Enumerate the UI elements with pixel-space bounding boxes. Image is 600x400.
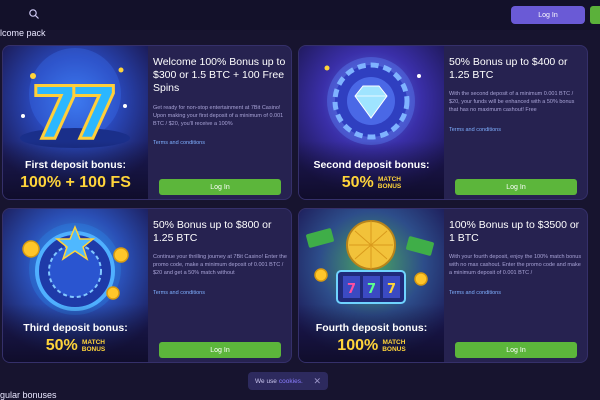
bonus-amount: 50% MATCH BONUS [3,337,148,355]
bonus-amount: 50% MATCH BONUS [299,174,444,192]
card-login-button[interactable]: Log In [159,179,281,195]
bonus-value: 50% [45,337,78,354]
card-art: 7 7 7 Fourth deposit bonus: 100% MATCH B… [299,209,444,362]
bonus-card-third-deposit: Third deposit bonus: 50% MATCH BONUS 50%… [2,208,292,363]
deposit-label: Second deposit bonus: [313,159,430,171]
card-art: 7 7 First deposit bonus: 100% + 100 FS [3,46,148,199]
deposit-label: Fourth deposit bonus: [315,322,428,334]
match-line-1: MATCH [382,339,406,346]
offer-description: With the second deposit of a minimum 0.0… [449,91,575,113]
match-line-1: MATCH [82,339,105,346]
bonus-value: 100% + 100 FS [20,174,131,191]
welcome-pack-heading: lcome pack [0,28,46,38]
offer-title: 50% Bonus up to $800 or 1.25 BTC [153,219,272,244]
card-info: 50% Bonus up to $800 or 1.25 BTC Continu… [153,209,289,362]
login-button[interactable]: Log In [511,6,585,24]
signup-button[interactable] [590,6,600,24]
bonus-amount: 100% MATCH BONUS [299,337,444,355]
card-info: 100% Bonus up to $3500 or 1 BTC With you… [449,209,585,362]
terms-link[interactable]: Terms and conditions [449,127,501,133]
card-info: Welcome 100% Bonus up to $300 or 1.5 BTC… [153,46,289,199]
svg-text:7: 7 [387,282,396,297]
offer-title: 100% Bonus up to $3500 or 1 BTC [449,219,580,244]
match-bonus-text: MATCH BONUS [382,339,405,353]
cookies-link[interactable]: cookies. [279,378,303,385]
bonus-card-fourth-deposit: 7 7 7 Fourth deposit bonus: 100% MATCH B… [298,208,588,363]
match-bonus-text: MATCH BONUS [378,176,401,190]
offer-description: Get ready for non-stop entertainment at … [153,105,284,127]
search-icon[interactable] [28,8,40,20]
offer-description: With your fourth deposit, enjoy the 100%… [449,254,582,276]
deposit-label: Third deposit bonus: [23,322,128,334]
bonus-card-first-deposit: 7 7 First deposit bonus: 100% + 100 FS W… [2,45,292,200]
cookie-text: We use [255,377,277,385]
svg-text:7: 7 [347,282,356,297]
offer-title: Welcome 100% Bonus up to $300 or 1.5 BTC… [153,56,286,94]
offer-title: 50% Bonus up to $400 or 1.25 BTC [449,56,568,81]
terms-link[interactable]: Terms and conditions [449,290,501,296]
terms-link[interactable]: Terms and conditions [153,140,205,146]
card-login-button[interactable]: Log In [455,342,577,358]
bonus-amount: 100% + 100 FS [3,174,148,192]
card-info: 50% Bonus up to $400 or 1.25 BTC With th… [449,46,585,199]
close-icon[interactable]: ✕ [313,376,321,387]
regular-bonuses-heading: gular bonuses [0,390,57,400]
bonus-value: 50% [341,174,374,191]
match-bonus-text: MATCH BONUS [82,339,105,353]
deposit-label: First deposit bonus: [25,159,126,171]
terms-link[interactable]: Terms and conditions [153,290,205,296]
match-line-2: BONUS [81,346,106,353]
cookie-notice: We use cookies. ✕ [248,372,328,390]
match-line-2: BONUS [377,183,402,190]
card-art: Second deposit bonus: 50% MATCH BONUS [299,46,444,199]
match-line-2: BONUS [382,346,406,353]
match-line-1: MATCH [378,176,401,183]
top-bar: Log In [0,0,600,30]
offer-description: Continue your thrilling journey at 7Bit … [153,254,287,276]
card-login-button[interactable]: Log In [455,179,577,195]
svg-text:7: 7 [367,282,376,297]
bonus-value: 100% [337,337,379,354]
card-login-button[interactable]: Log In [159,342,281,358]
card-art: Third deposit bonus: 50% MATCH BONUS [3,209,148,362]
bonus-card-second-deposit: Second deposit bonus: 50% MATCH BONUS 50… [298,45,588,200]
